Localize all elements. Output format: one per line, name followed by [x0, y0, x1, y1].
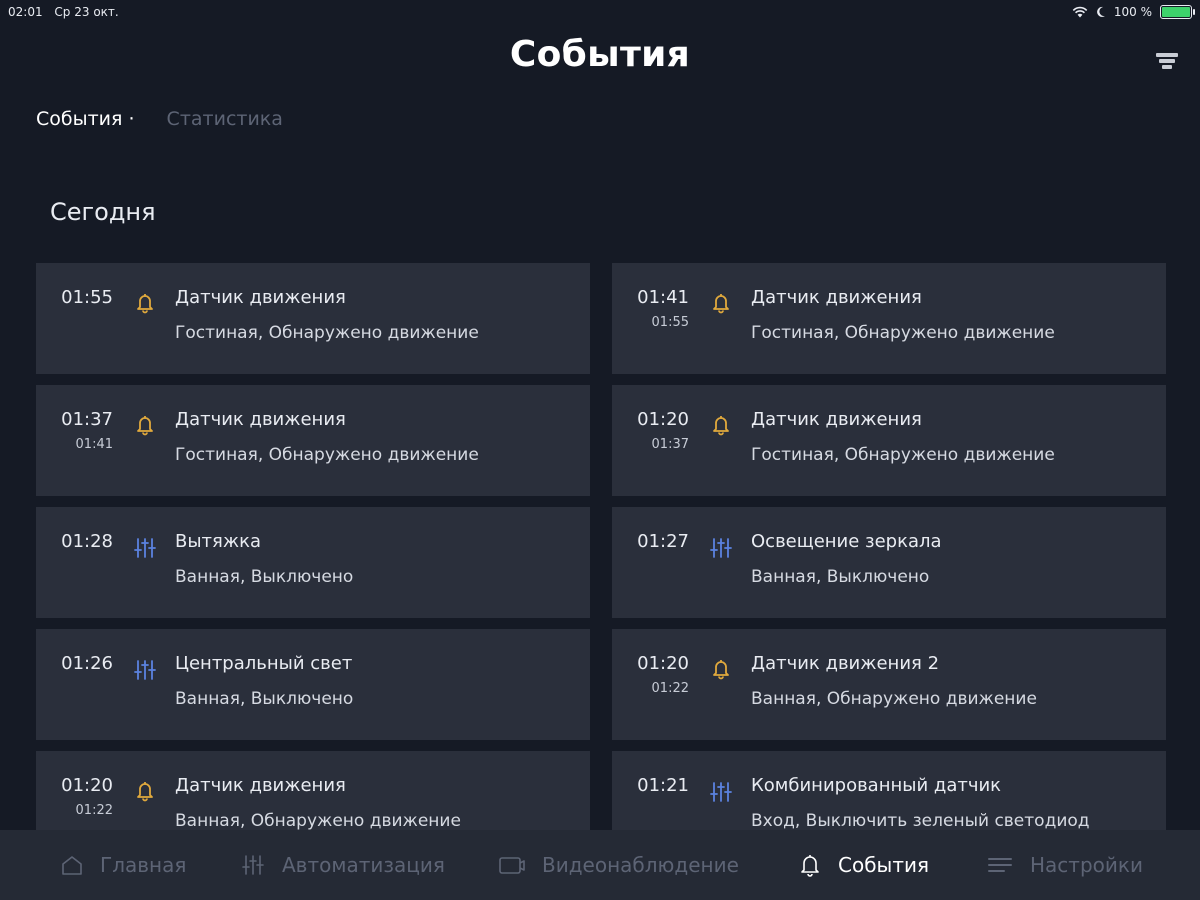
bottom-nav: Главная Автоматизация Видеонаблюдение Со… — [0, 830, 1200, 900]
nav-item-label: Настройки — [1030, 853, 1143, 877]
camera-icon — [499, 857, 525, 874]
sliders-icon — [710, 538, 732, 558]
menu-icon — [988, 858, 1012, 872]
event-end-time: 01:37 — [651, 437, 689, 452]
event-card[interactable]: 01:20 01:22 Датчик движения 2 Ванная, Об… — [612, 629, 1166, 740]
event-title: Освещение зеркала — [751, 531, 942, 552]
event-card[interactable]: 01:26 Центральный свет Ванная, Выключено — [36, 629, 590, 740]
event-card[interactable]: 01:20 01:37 Датчик движения Гостиная, Об… — [612, 385, 1166, 496]
nav-item-automation[interactable]: Автоматизация — [240, 830, 445, 900]
section-title-today: Сегодня — [50, 198, 156, 226]
event-description: Гостиная, Обнаружено движение — [751, 323, 1055, 343]
event-title: Комбинированный датчик — [751, 775, 1002, 796]
event-time: 01:21 — [637, 775, 689, 796]
sliders-icon — [710, 782, 732, 802]
event-time: 01:37 — [61, 409, 113, 430]
sliders-icon — [134, 538, 156, 558]
event-time: 01:55 — [61, 287, 113, 308]
sliders-icon — [242, 855, 264, 875]
event-time: 01:20 — [61, 775, 113, 796]
event-end-time: 01:41 — [75, 437, 113, 452]
home-icon — [62, 856, 82, 875]
nav-item-home[interactable]: Главная — [60, 830, 186, 900]
nav-item-label: События — [838, 853, 930, 877]
moon-icon — [1096, 6, 1105, 17]
event-time: 01:27 — [637, 531, 689, 552]
status-left: 02:01 Ср 23 окт. — [8, 5, 127, 19]
event-description: Ванная, Выключено — [175, 689, 354, 709]
bell-icon — [713, 660, 729, 680]
nav-item-video[interactable]: Видеонаблюдение — [498, 830, 739, 900]
battery-percent: 100 % — [1113, 5, 1152, 19]
event-title: Датчик движения — [175, 409, 346, 430]
nav-item-label: Главная — [100, 853, 187, 877]
bell-icon — [137, 416, 153, 436]
status-bar: 02:01 Ср 23 окт. 100 % — [0, 0, 1200, 24]
event-title: Датчик движения — [175, 775, 346, 796]
wifi-icon — [1072, 6, 1088, 18]
event-card[interactable]: 01:27 Освещение зеркала Ванная, Выключен… — [612, 507, 1166, 618]
event-time: 01:28 — [61, 531, 113, 552]
event-time: 01:20 — [637, 653, 689, 674]
event-end-time: 01:55 — [651, 315, 689, 330]
event-card[interactable]: 01:28 Вытяжка Ванная, Выключено — [36, 507, 590, 618]
bell-icon — [713, 294, 729, 314]
battery-level — [1162, 7, 1190, 17]
status-time: 02:01 — [8, 5, 43, 19]
bell-icon — [137, 294, 153, 314]
bell-icon — [801, 855, 819, 877]
event-description: Гостиная, Обнаружено движение — [175, 323, 479, 343]
event-title: Центральный свет — [175, 653, 353, 674]
event-time: 01:41 — [637, 287, 689, 308]
event-card[interactable]: 01:20 01:22 Датчик движения Ванная, Обна… — [36, 751, 590, 830]
nav-item-settings[interactable]: Настройки — [986, 830, 1143, 900]
event-end-time: 01:22 — [75, 803, 113, 818]
battery-icon — [1160, 5, 1195, 19]
tab-statistics[interactable]: Статистика — [167, 108, 283, 130]
event-description: Ванная, Обнаружено движение — [175, 811, 461, 830]
event-card[interactable]: 01:21 Комбинированный датчик Вход, Выклю… — [612, 751, 1166, 830]
nav-item-events[interactable]: События — [798, 830, 929, 900]
event-time: 01:26 — [61, 653, 113, 674]
nav-item-label: Видеонаблюдение — [542, 853, 739, 877]
status-right: 100 % — [1072, 5, 1195, 19]
bell-icon — [137, 782, 153, 802]
event-description: Гостиная, Обнаружено движение — [751, 445, 1055, 465]
bell-icon — [713, 416, 729, 436]
event-description: Вход, Выключить зеленый светодиод — [751, 811, 1090, 830]
event-title: Датчик движения — [175, 287, 346, 308]
nav-item-label: Автоматизация — [282, 853, 445, 877]
tab-events[interactable]: События · — [36, 108, 135, 130]
event-description: Ванная, Выключено — [751, 567, 930, 587]
event-card[interactable]: 01:37 01:41 Датчик движения Гостиная, Об… — [36, 385, 590, 496]
page-title: События — [509, 34, 691, 75]
event-description: Ванная, Выключено — [175, 567, 354, 587]
event-title: Датчик движения 2 — [751, 653, 940, 674]
event-title: Датчик движения — [751, 287, 922, 308]
filter-icon[interactable] — [1156, 52, 1178, 70]
event-title: Датчик движения — [751, 409, 922, 430]
tabs: События · Статистика — [36, 108, 283, 130]
event-end-time: 01:22 — [651, 681, 689, 696]
event-time: 01:20 — [637, 409, 689, 430]
event-description: Гостиная, Обнаружено движение — [175, 445, 479, 465]
event-card[interactable]: 01:41 01:55 Датчик движения Гостиная, Об… — [612, 263, 1166, 374]
sliders-icon — [134, 660, 156, 680]
events-grid: 01:55 Датчик движения Гостиная, Обнаруже… — [36, 263, 1166, 830]
status-date: Ср 23 окт. — [54, 5, 119, 19]
event-description: Ванная, Обнаружено движение — [751, 689, 1037, 709]
event-title: Вытяжка — [175, 531, 261, 552]
event-card[interactable]: 01:55 Датчик движения Гостиная, Обнаруже… — [36, 263, 590, 374]
